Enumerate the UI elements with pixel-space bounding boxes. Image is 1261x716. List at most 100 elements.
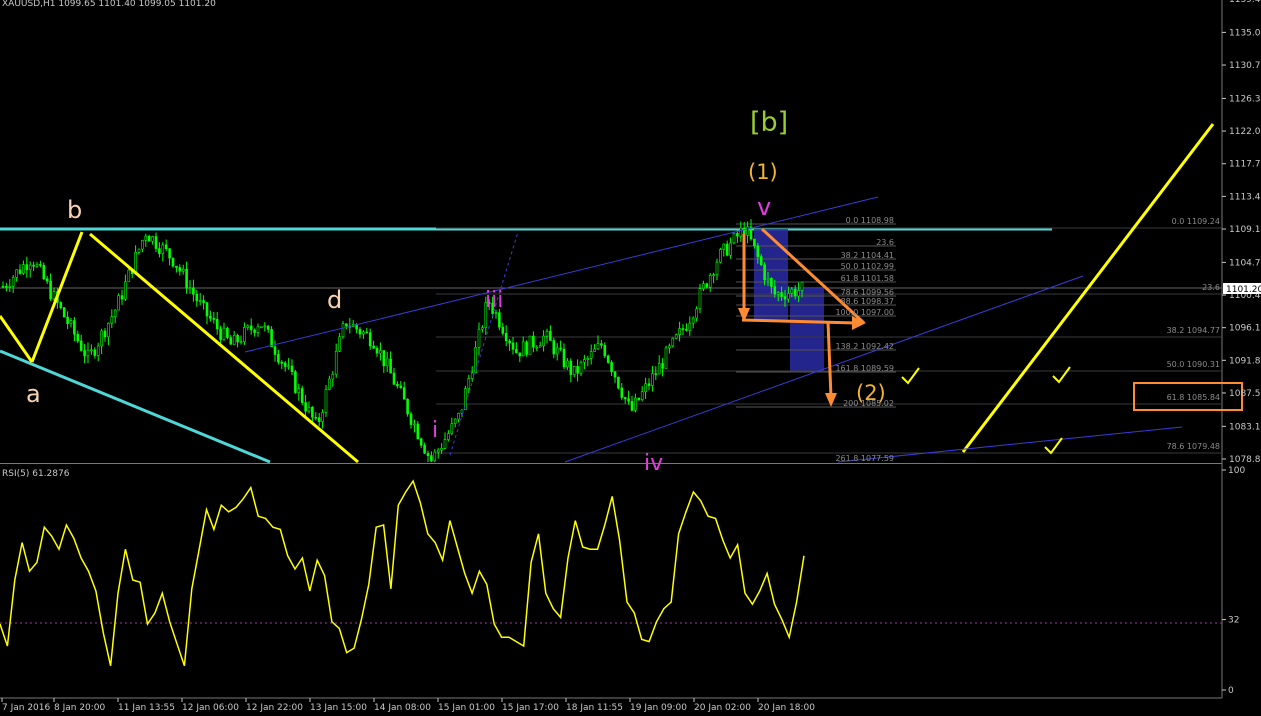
candle-body — [127, 269, 131, 283]
candle-body — [52, 291, 56, 300]
fib-level-label: 138.2 1092.42 — [835, 342, 894, 351]
candle-body — [311, 406, 314, 418]
candle-body — [103, 330, 107, 338]
candle-body — [569, 360, 573, 375]
candle-body — [107, 322, 110, 338]
time-tick-label: 11 Jan 13:55 — [118, 703, 175, 713]
candle-body — [86, 349, 90, 357]
candle-body — [239, 341, 243, 343]
candle-body — [358, 328, 362, 335]
current-price-value: 1101.20 — [1226, 285, 1261, 295]
candle-body — [215, 319, 219, 330]
candle-body — [365, 331, 369, 334]
candle-body — [572, 365, 576, 375]
time-tick-label: 14 Jan 08:00 — [374, 703, 431, 713]
candle-body — [756, 245, 760, 257]
candle-body — [321, 412, 324, 422]
chart-canvas: XAUUSD,H1 1099.65 1101.40 1099.05 1101.2… — [0, 0, 1261, 713]
time-tick-label: 15 Jan 17:00 — [502, 703, 559, 713]
candle-body — [766, 278, 770, 281]
candle-body — [613, 371, 617, 378]
candle-body — [260, 326, 263, 329]
candle-body — [433, 451, 437, 462]
candle-body — [657, 363, 661, 375]
candle-body — [294, 371, 297, 393]
candle-body — [674, 334, 678, 339]
candle-body — [501, 326, 505, 334]
candle-body — [93, 349, 97, 356]
candle-body — [5, 286, 8, 288]
price-tick-label: 1126.34 — [1229, 94, 1261, 104]
rsi-tick-label: 0 — [1228, 686, 1234, 696]
candle-body — [226, 327, 229, 338]
fib-level-label: 261.8 1077.59 — [835, 454, 894, 463]
price-tick-label: 1139.44 — [1229, 0, 1261, 5]
candle-body — [620, 387, 624, 398]
candle-body — [729, 242, 732, 256]
candle-body — [698, 288, 702, 310]
candle-body — [290, 365, 294, 372]
candle-body — [385, 358, 389, 367]
candle-body — [372, 345, 375, 349]
candle-body — [583, 359, 586, 363]
candle-body — [630, 401, 634, 411]
candle-body — [368, 332, 372, 347]
fib-level-label: 100.0 1097.00 — [835, 308, 894, 317]
candle-body — [137, 248, 141, 253]
candle-body — [307, 406, 311, 412]
candle-body — [266, 325, 270, 330]
candle-body — [79, 340, 83, 351]
candle-body — [73, 320, 76, 335]
current-price-tag: 1101.20 — [1223, 283, 1261, 295]
candle-body — [685, 329, 688, 331]
candle-body — [443, 439, 447, 449]
rsi-tick-label: 100 — [1228, 466, 1245, 476]
time-tick-label: 8 Jan 20:00 — [54, 703, 106, 713]
candle-body — [521, 341, 525, 357]
wave-label: [b] — [750, 107, 788, 138]
wave-label: a — [26, 380, 41, 408]
candle-body — [532, 335, 535, 348]
candle-body — [763, 264, 766, 281]
fib-level-label: 0.0 1108.98 — [846, 216, 894, 225]
candle-body — [202, 300, 205, 303]
candle-body — [154, 236, 158, 249]
candle-body — [273, 346, 277, 355]
candle-body — [702, 283, 705, 289]
candle-body — [736, 232, 739, 237]
candle-body — [780, 292, 783, 297]
candle-body — [715, 261, 719, 275]
candle-body — [113, 309, 117, 317]
candle-body — [406, 398, 409, 415]
candle-body — [164, 244, 168, 250]
candle-body — [708, 275, 712, 288]
candle-body — [566, 360, 569, 368]
candle-body — [634, 397, 637, 411]
candle-body — [579, 361, 583, 374]
candle-body — [338, 336, 341, 352]
wave-label: v — [757, 193, 771, 221]
candle-body — [596, 343, 600, 350]
candle-body — [147, 235, 151, 242]
fib-level-label: 161.8 1089.59 — [835, 364, 894, 373]
candle-body — [681, 328, 685, 330]
fib-level-label: 61.8 1085.84 — [1167, 393, 1220, 402]
candle-body — [419, 438, 423, 446]
candle-body — [562, 348, 566, 368]
time-tick-label: 13 Jan 15:00 — [310, 703, 367, 713]
candle-body — [90, 349, 93, 352]
candle-body — [783, 296, 787, 300]
candle-body — [110, 316, 114, 324]
candle-body — [606, 355, 610, 363]
candle-body — [188, 287, 192, 290]
candle-body — [535, 346, 539, 349]
time-tick-label: 20 Jan 02:00 — [694, 703, 751, 713]
wave-label: iii — [485, 288, 503, 313]
candle-body — [538, 345, 542, 348]
candle-body — [158, 248, 161, 254]
candle-body — [362, 331, 365, 335]
fib-level-label: 88.6 1098.37 — [841, 297, 894, 306]
time-axis-ticks: 7 Jan 2016 8 Jan 20:00 11 Jan 13:55 12 Jan … — [1, 698, 815, 713]
wave-label: iv — [644, 451, 663, 476]
candle-body — [515, 348, 518, 354]
